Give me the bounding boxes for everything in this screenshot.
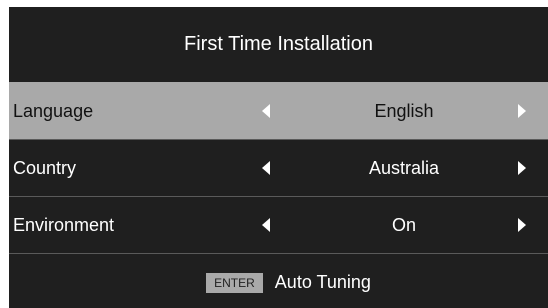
- setting-value: On: [391, 215, 416, 235]
- left-arrow-icon[interactable]: [256, 83, 276, 139]
- right-arrow-icon[interactable]: [512, 83, 532, 139]
- setting-value: English: [374, 101, 434, 121]
- installation-screen: First Time Installation Language English…: [9, 7, 548, 308]
- setting-row-language[interactable]: Language English: [9, 82, 548, 139]
- setting-label: Environment: [13, 215, 115, 235]
- left-arrow-icon[interactable]: [256, 140, 276, 196]
- right-arrow-icon[interactable]: [512, 197, 532, 253]
- right-arrow-icon[interactable]: [512, 140, 532, 196]
- setting-label: Country: [13, 158, 77, 178]
- page-title: First Time Installation: [184, 33, 373, 55]
- enter-key-badge: ENTER: [206, 272, 263, 293]
- footer-hint: ENTER Auto Tuning: [9, 257, 548, 308]
- setting-row-country[interactable]: Country Australia: [9, 139, 548, 196]
- settings-list: Language English Country Australia Envir…: [9, 82, 548, 254]
- setting-label: Language: [13, 101, 94, 121]
- setting-row-environment[interactable]: Environment On: [9, 196, 548, 254]
- auto-tuning-label[interactable]: Auto Tuning: [275, 272, 371, 293]
- setting-value: Australia: [368, 158, 440, 178]
- left-arrow-icon[interactable]: [256, 197, 276, 253]
